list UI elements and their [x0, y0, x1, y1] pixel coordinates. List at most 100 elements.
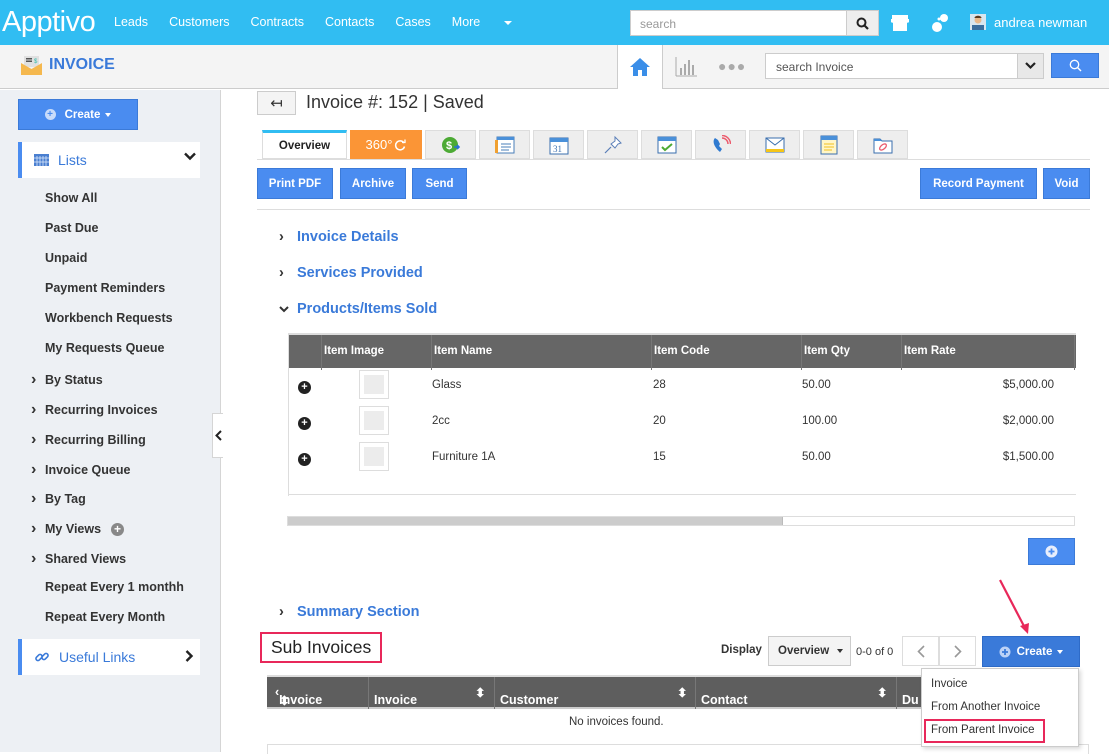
sort-icon[interactable]: ⬍ — [677, 685, 687, 700]
apptivo-logo[interactable]: Apptivo — [2, 6, 96, 39]
tab-overview[interactable]: Overview — [262, 130, 347, 159]
sub-invoices-title: Sub Invoices — [260, 632, 383, 663]
section-invoice-details[interactable]: › Invoice Details — [279, 229, 399, 245]
expand-row-icon[interactable]: + — [298, 381, 311, 394]
column-header-invoice-number[interactable]: ‹ Invoice # ⬍ — [275, 685, 322, 721]
global-search-button[interactable] — [846, 10, 879, 36]
plus-circle-icon — [1045, 545, 1058, 558]
tab-calls[interactable] — [695, 130, 746, 159]
sidebar-item[interactable]: Unpaid — [45, 251, 87, 265]
sidebar-item[interactable]: › Recurring Billing — [31, 431, 146, 449]
column-header: Item Name — [434, 345, 493, 357]
sidebar-item[interactable]: My Requests Queue — [45, 341, 164, 355]
user-menu[interactable]: andrea newman — [970, 14, 1095, 30]
nav-cases[interactable]: Cases — [395, 15, 430, 29]
sidebar-collapse-toggle[interactable] — [212, 413, 223, 458]
svg-text:$: $ — [446, 140, 452, 152]
sidebar-item-label: Past Due — [45, 221, 99, 235]
sidebar-item[interactable]: Past Due — [45, 221, 99, 235]
item-qty: 50.00 — [802, 379, 831, 391]
invoice-search-input[interactable]: search Invoice — [765, 53, 1018, 79]
home-button[interactable] — [617, 45, 663, 89]
item-name: Furniture 1A — [432, 451, 496, 463]
archive-button[interactable]: Archive — [340, 168, 406, 199]
tab-pins[interactable] — [587, 130, 638, 159]
sidebar-item[interactable]: › Recurring Invoices — [31, 401, 158, 419]
tab-notes[interactable] — [803, 130, 854, 159]
user-name: andrea newman — [994, 14, 1088, 30]
sidebar-item-label: My Requests Queue — [45, 341, 165, 355]
item-image-thumbnail[interactable] — [359, 406, 389, 435]
sidebar-item[interactable]: Workbench Requests — [45, 311, 173, 325]
tab-attachments[interactable] — [857, 130, 908, 159]
tab-forms[interactable] — [479, 130, 530, 159]
nav-contracts[interactable]: Contracts — [251, 15, 305, 29]
column-label: Invoice Date — [374, 693, 418, 721]
pin-icon — [604, 135, 622, 153]
chevron-right-icon: › — [279, 229, 284, 245]
chevron-right-icon: › — [31, 520, 37, 537]
connect-icon[interactable] — [929, 12, 951, 34]
column-header: Item Rate — [904, 345, 956, 357]
display-select[interactable]: Overview — [768, 636, 851, 666]
tab-calendar[interactable]: 31 — [533, 130, 584, 159]
main-nav: Leads Customers Contracts Contacts Cases… — [114, 15, 533, 29]
chart-icon — [675, 57, 697, 77]
section-services-provided[interactable]: › Services Provided — [279, 265, 423, 281]
scrollbar-thumb[interactable] — [288, 517, 784, 525]
sidebar-item[interactable]: Show All — [45, 191, 97, 205]
expand-row-icon[interactable]: + — [298, 453, 311, 466]
invoice-search-button[interactable] — [1051, 53, 1099, 78]
back-button[interactable]: ↤ — [257, 91, 296, 115]
sidebar-item[interactable]: Payment Reminders — [45, 281, 165, 295]
search-icon — [1069, 59, 1081, 72]
nav-customers[interactable]: Customers — [169, 15, 229, 29]
column-label: Du — [902, 693, 919, 707]
more-dots-icon[interactable]: ●●● — [718, 58, 746, 74]
products-horizontal-scrollbar[interactable] — [287, 516, 1075, 526]
form-icon — [494, 136, 514, 153]
tab-payments[interactable]: $ — [425, 130, 476, 159]
sidebar-useful-links[interactable]: Useful Links — [18, 639, 200, 675]
print-pdf-button[interactable]: Print PDF — [257, 168, 333, 199]
sub-invoice-create-button[interactable]: Create — [982, 636, 1080, 667]
add-product-button[interactable] — [1028, 538, 1075, 565]
reports-button[interactable] — [672, 53, 700, 81]
nav-leads[interactable]: Leads — [114, 15, 148, 29]
section-products-sold[interactable]: Products/Items Sold — [279, 301, 437, 317]
store-icon[interactable] — [889, 12, 911, 34]
search-options-dropdown[interactable] — [1017, 53, 1044, 79]
tab-emails[interactable] — [749, 130, 800, 159]
sidebar-item[interactable]: › By Tag — [31, 490, 86, 508]
sidebar-item[interactable]: › Shared Views — [31, 550, 126, 568]
sort-icon[interactable]: ⬍ — [475, 685, 485, 700]
menu-item-invoice[interactable]: Invoice — [931, 678, 967, 690]
sidebar-item[interactable]: Repeat Every 1 monthh — [45, 580, 184, 594]
item-image-thumbnail[interactable] — [359, 442, 389, 471]
next-page-button[interactable] — [939, 636, 976, 666]
prev-page-button[interactable] — [902, 636, 939, 666]
nav-more[interactable]: More — [452, 15, 513, 29]
item-image-thumbnail[interactable] — [359, 370, 389, 399]
sidebar-item[interactable]: › Invoice Queue — [31, 461, 130, 479]
tab-360[interactable]: 360° — [350, 130, 422, 159]
menu-item-from-another-invoice[interactable]: From Another Invoice — [931, 701, 1040, 713]
sidebar-lists-header[interactable]: Lists — [18, 142, 200, 178]
section-summary[interactable]: › Summary Section — [279, 604, 420, 620]
sidebar-item[interactable]: › My Views + — [31, 520, 125, 538]
tab-tasks[interactable] — [641, 130, 692, 159]
plus-circle-icon: + — [44, 109, 56, 120]
nav-contacts[interactable]: Contacts — [325, 15, 374, 29]
void-button[interactable]: Void — [1043, 168, 1090, 199]
sidebar-item[interactable]: › By Status — [31, 371, 103, 389]
sidebar-item[interactable]: Repeat Every Month — [45, 610, 165, 624]
send-button[interactable]: Send — [412, 168, 467, 199]
sidebar-item-label: By Status — [45, 373, 103, 387]
global-search-input[interactable]: search — [630, 10, 847, 36]
sort-icon[interactable]: ⬍ — [877, 685, 887, 700]
sidebar-create-button[interactable]: + Create — [18, 99, 138, 130]
record-payment-button[interactable]: Record Payment — [920, 168, 1037, 199]
expand-row-icon[interactable]: + — [298, 417, 311, 430]
add-view-icon[interactable]: + — [111, 523, 125, 537]
search-icon — [856, 17, 869, 30]
